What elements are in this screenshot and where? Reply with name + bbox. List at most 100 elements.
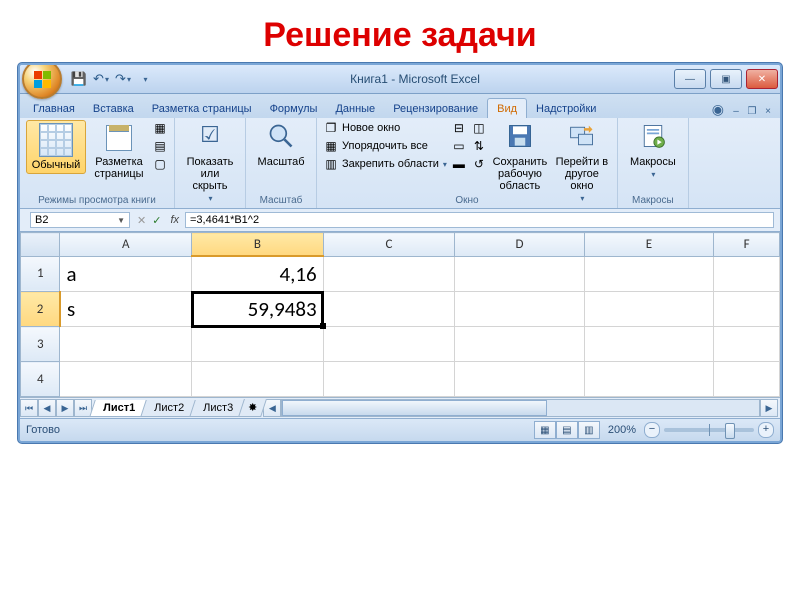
mdi-minimize-button[interactable]: –: [728, 104, 744, 118]
hscroll-track[interactable]: [281, 399, 760, 417]
minimize-button[interactable]: —: [674, 69, 706, 89]
formula-input[interactable]: =3,4641*B1^2: [185, 212, 774, 228]
normal-view-button[interactable]: Обычный: [26, 120, 86, 174]
statusbar-page-break-button[interactable]: ▥: [578, 421, 600, 439]
mdi-close-button[interactable]: ×: [760, 104, 776, 118]
zoom-track[interactable]: [664, 428, 754, 432]
undo-icon[interactable]: ↶▾: [92, 70, 110, 88]
cell-E4[interactable]: [584, 362, 713, 397]
window-title: Книга1 - Microsoft Excel: [158, 72, 672, 86]
qat-customize-icon[interactable]: ▾: [136, 70, 154, 88]
cell-C3[interactable]: [323, 327, 455, 362]
col-header-F[interactable]: F: [714, 233, 780, 257]
cell-A4[interactable]: [60, 362, 192, 397]
split-button[interactable]: ⊟: [451, 120, 467, 136]
cell-B2[interactable]: 59,9483: [192, 292, 324, 327]
hscroll-thumb[interactable]: [282, 400, 546, 416]
row-header-4[interactable]: 4: [21, 362, 60, 397]
page-layout-button[interactable]: Разметка страницы: [90, 120, 148, 182]
cell-E2[interactable]: [584, 292, 713, 327]
custom-views-button[interactable]: ▤: [152, 138, 168, 154]
name-box-dropdown-icon[interactable]: ▼: [117, 216, 125, 225]
select-all-corner[interactable]: [21, 233, 60, 257]
fx-icon[interactable]: fx: [164, 214, 185, 226]
tab-view[interactable]: Вид: [487, 98, 527, 118]
col-header-A[interactable]: A: [60, 233, 192, 257]
cell-F1[interactable]: [714, 256, 780, 292]
cell-D2[interactable]: [455, 292, 584, 327]
cell-B1[interactable]: 4,16: [192, 256, 324, 292]
zoom-button[interactable]: Масштаб: [252, 120, 310, 170]
tab-formulas[interactable]: Формулы: [261, 99, 327, 118]
enter-icon[interactable]: ✓: [149, 214, 164, 227]
close-button[interactable]: ✕: [746, 69, 778, 89]
arrange-all-button[interactable]: ▦Упорядочить все: [323, 138, 447, 154]
col-header-B[interactable]: B: [192, 233, 324, 257]
cell-D3[interactable]: [455, 327, 584, 362]
tab-insert[interactable]: Вставка: [84, 99, 143, 118]
cell-C1[interactable]: [323, 256, 455, 292]
worksheet-grid[interactable]: A B C D E F 1 a 4,16 2 s 59,9483: [20, 232, 780, 397]
sheet-nav-next-button[interactable]: ▶: [56, 399, 74, 417]
sheet-nav-first-button[interactable]: ⏮: [20, 399, 38, 417]
col-header-E[interactable]: E: [584, 233, 713, 257]
zoom-slider[interactable]: − +: [644, 422, 774, 438]
save-icon[interactable]: 💾: [70, 70, 88, 88]
zoom-level[interactable]: 200%: [608, 424, 636, 436]
macros-button[interactable]: Макросы▾: [624, 120, 682, 181]
cell-E3[interactable]: [584, 327, 713, 362]
name-box[interactable]: B2 ▼: [30, 212, 130, 228]
reset-position-button[interactable]: ↺: [471, 156, 487, 172]
cell-F2[interactable]: [714, 292, 780, 327]
cell-C4[interactable]: [323, 362, 455, 397]
new-window-button[interactable]: ❐Новое окно: [323, 120, 447, 136]
tab-home[interactable]: Главная: [24, 99, 84, 118]
col-header-C[interactable]: C: [323, 233, 455, 257]
statusbar-page-layout-button[interactable]: ▤: [556, 421, 578, 439]
status-bar: Готово ▦ ▤ ▥ 200% − +: [20, 418, 780, 441]
cell-E1[interactable]: [584, 256, 713, 292]
tab-addins[interactable]: Надстройки: [527, 99, 605, 118]
sheet-nav-prev-button[interactable]: ◀: [38, 399, 56, 417]
mdi-restore-button[interactable]: ❐: [744, 104, 760, 118]
col-header-D[interactable]: D: [455, 233, 584, 257]
statusbar-normal-view-button[interactable]: ▦: [534, 421, 556, 439]
cell-B3[interactable]: [192, 327, 324, 362]
row-header-3[interactable]: 3: [21, 327, 60, 362]
view-side-by-side-button[interactable]: ◫: [471, 120, 487, 136]
office-button[interactable]: [22, 63, 62, 99]
freeze-panes-button[interactable]: ▥Закрепить области▾: [323, 156, 447, 172]
sync-scroll-button[interactable]: ⇅: [471, 138, 487, 154]
cell-D1[interactable]: [455, 256, 584, 292]
cell-A2[interactable]: s: [60, 292, 192, 327]
save-workspace-button[interactable]: Сохранить рабочую область: [491, 120, 549, 194]
tab-review[interactable]: Рецензирование: [384, 99, 487, 118]
show-hide-button[interactable]: ☑ Показать или скрыть▾: [181, 120, 239, 205]
redo-icon[interactable]: ↷▾: [114, 70, 132, 88]
maximize-button[interactable]: ▣: [710, 69, 742, 89]
cell-B4[interactable]: [192, 362, 324, 397]
hscroll-right-button[interactable]: ▶: [760, 399, 778, 417]
cell-A1[interactable]: a: [60, 256, 192, 292]
hide-button[interactable]: ▭: [451, 138, 467, 154]
cell-D4[interactable]: [455, 362, 584, 397]
zoom-out-button[interactable]: −: [644, 422, 660, 438]
cancel-icon[interactable]: ✕: [134, 214, 149, 227]
horizontal-scrollbar[interactable]: ◀ ▶: [261, 399, 780, 417]
cell-F3[interactable]: [714, 327, 780, 362]
tab-page-layout[interactable]: Разметка страницы: [143, 99, 261, 118]
cell-C2[interactable]: [323, 292, 455, 327]
show-hide-label: Показать или скрыть: [183, 156, 237, 192]
row-header-2[interactable]: 2: [21, 292, 60, 327]
cell-A3[interactable]: [60, 327, 192, 362]
unhide-button[interactable]: ▬: [451, 156, 467, 172]
switch-windows-button[interactable]: Перейти в другое окно▾: [553, 120, 611, 205]
tab-data[interactable]: Данные: [326, 99, 384, 118]
row-header-1[interactable]: 1: [21, 256, 60, 292]
zoom-thumb[interactable]: [725, 423, 735, 439]
zoom-in-button[interactable]: +: [758, 422, 774, 438]
cell-F4[interactable]: [714, 362, 780, 397]
full-screen-button[interactable]: ▢: [152, 156, 168, 172]
help-icon[interactable]: ◉: [708, 101, 728, 118]
page-break-preview-button[interactable]: ▦: [152, 120, 168, 136]
